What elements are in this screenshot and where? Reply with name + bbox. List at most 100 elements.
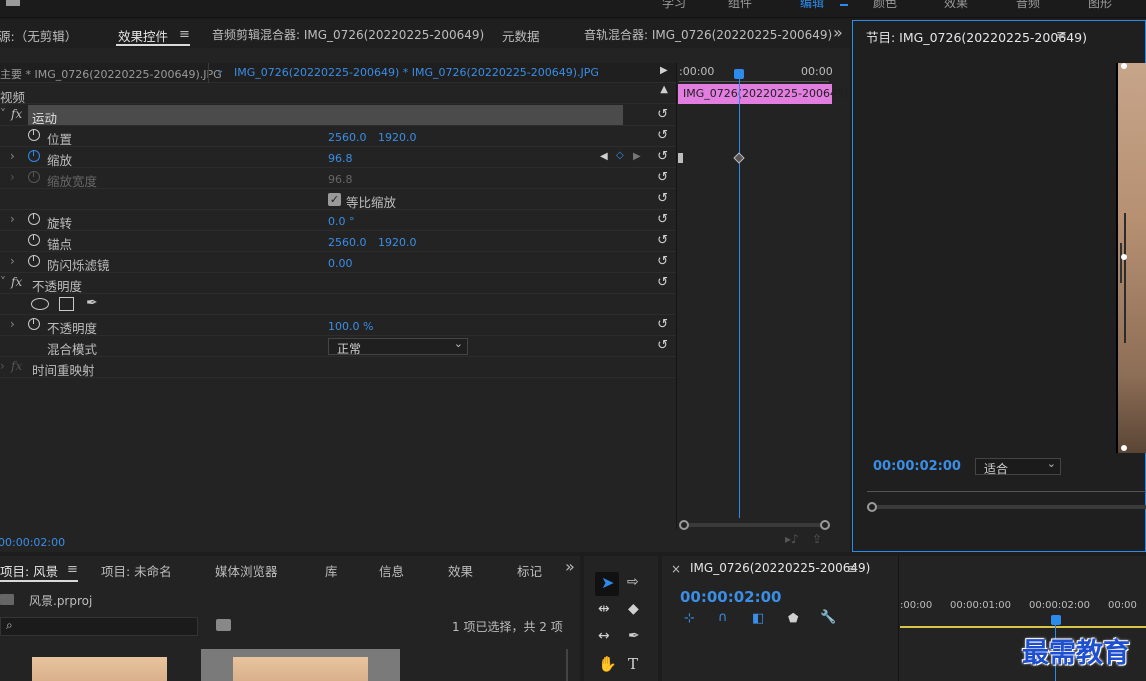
sequence-thumbnail[interactable] <box>233 657 368 681</box>
ec-timecode[interactable]: 00:00:02:00 <box>0 536 65 549</box>
rectangle-mask-icon[interactable] <box>59 297 74 311</box>
position-y-value[interactable]: 1920.0 <box>378 131 417 144</box>
panel-overflow-icon[interactable]: » <box>565 557 575 576</box>
stopwatch-icon[interactable] <box>28 150 40 162</box>
rotation-value[interactable]: 0.0 ° <box>328 215 355 228</box>
project-scrollbar[interactable] <box>566 649 568 681</box>
motion-label[interactable]: 运动 <box>32 108 57 127</box>
tab-project-scenery[interactable]: 项目: 风景 <box>0 561 58 580</box>
time-remap-row[interactable]: › fx 时间重映射 <box>0 357 676 378</box>
slip-tool-icon[interactable]: ↔ <box>598 628 610 644</box>
motion-row[interactable]: ˅ fx 运动 ↺ <box>0 105 676 126</box>
scroll-handle-left-icon[interactable] <box>679 520 689 530</box>
tab-markers[interactable]: 标记 <box>517 561 543 580</box>
ec-zoom-scrollbar[interactable] <box>680 523 828 527</box>
expand-chevron-icon[interactable]: ˅ <box>0 275 6 289</box>
pen-mask-icon[interactable]: ✒ <box>86 295 98 311</box>
selection-tool-icon[interactable]: ➤ <box>601 573 614 592</box>
work-area-bar[interactable] <box>900 626 1146 628</box>
antiflicker-value[interactable]: 0.00 <box>328 257 353 270</box>
pen-tool-icon[interactable]: ✒ <box>628 628 640 644</box>
filter-audio-icon[interactable]: ▸♪ <box>785 532 799 546</box>
anchor-x-value[interactable]: 2560.0 <box>328 236 367 249</box>
panel-menu-icon[interactable]: ≡ <box>67 562 78 577</box>
time-remap-label[interactable]: 时间重映射 <box>32 360 95 379</box>
expand-chevron-icon[interactable]: ˅ <box>0 107 6 121</box>
program-timecode[interactable]: 00:00:02:00 <box>873 459 961 474</box>
fit-dropdown[interactable]: 适合 ⌄ <box>975 457 1061 476</box>
workspace-tab-editing[interactable]: 编辑 <box>800 0 824 11</box>
scale-value[interactable]: 96.8 <box>328 152 353 165</box>
expand-chevron-icon[interactable]: › <box>10 254 15 268</box>
panel-overflow-icon[interactable]: » <box>833 23 843 42</box>
new-bin-search-icon[interactable] <box>216 619 231 631</box>
reset-icon[interactable]: ↺ <box>657 275 668 290</box>
stopwatch-icon[interactable] <box>28 255 40 267</box>
magnet-icon[interactable]: ∩ <box>718 610 728 625</box>
search-input[interactable]: ⌕ <box>0 617 198 636</box>
uniform-scale-checkbox[interactable]: ✓ <box>328 193 341 206</box>
reset-icon[interactable]: ↺ <box>657 107 668 122</box>
workspace-tab-audio[interactable]: 音频 <box>1016 0 1040 11</box>
stopwatch-icon[interactable] <box>28 129 40 141</box>
clip-thumbnail[interactable] <box>32 657 167 681</box>
razor-tool-icon[interactable]: ◆ <box>628 601 639 617</box>
master-clip-label[interactable]: 主要 * IMG_0726(20220225-200649).JPG <box>0 66 222 82</box>
snap-icon[interactable]: ⊹ <box>684 611 695 626</box>
position-x-value[interactable]: 2560.0 <box>328 131 367 144</box>
workspace-tab-learn[interactable]: 学习 <box>662 0 686 11</box>
tab-source[interactable]: 源:（无剪辑） <box>0 26 77 45</box>
transform-handle-icon[interactable] <box>1121 254 1127 260</box>
reset-icon[interactable]: ↺ <box>657 254 668 269</box>
reset-icon[interactable]: ↺ <box>657 233 668 248</box>
tab-audio-track-mixer[interactable]: 音轨混合器: IMG_0726(20220225-200649) <box>584 26 832 43</box>
program-scrollbar[interactable] <box>867 505 1146 509</box>
collapse-up-icon[interactable]: ▲ <box>660 84 668 95</box>
expand-chevron-icon[interactable]: › <box>0 359 5 373</box>
ellipse-mask-icon[interactable] <box>31 298 49 310</box>
linked-selection-icon[interactable]: ◧ <box>752 611 764 626</box>
fx-icon[interactable]: fx <box>11 107 22 121</box>
reset-icon[interactable]: ↺ <box>657 128 668 143</box>
tab-effects[interactable]: 效果 <box>448 561 473 580</box>
reset-icon[interactable]: ↺ <box>657 170 668 185</box>
tab-media-browser[interactable]: 媒体浏览器 <box>215 561 278 580</box>
reset-icon[interactable]: ↺ <box>657 317 668 332</box>
tab-info[interactable]: 信息 <box>379 561 404 580</box>
panel-menu-icon[interactable]: ≡ <box>1056 28 1067 43</box>
expand-chevron-icon[interactable]: › <box>10 212 15 226</box>
program-monitor-title[interactable]: 节目: IMG_0726(20220225-200649) <box>866 27 1087 46</box>
close-icon[interactable]: × <box>671 562 681 576</box>
add-keyframe-icon[interactable]: ◇ <box>616 150 624 161</box>
ec-clip-bar[interactable]: IMG_0726(20220225-200649) <box>678 84 848 104</box>
timeline-sequence-title[interactable]: IMG_0726(20220225-200649) <box>690 561 870 575</box>
wrench-icon[interactable]: 🔧 <box>820 610 836 625</box>
keyframe-diamond-icon[interactable] <box>733 152 745 164</box>
workspace-tab-effects[interactable]: 效果 <box>944 0 968 11</box>
anchor-y-value[interactable]: 1920.0 <box>378 236 417 249</box>
next-keyframe-icon[interactable]: ▶ <box>633 151 641 162</box>
hand-tool-icon[interactable]: ✋ <box>598 655 617 673</box>
workspace-tab-color[interactable]: 颜色 <box>873 0 897 11</box>
export-icon[interactable]: ⇪ <box>812 532 822 546</box>
scroll-handle-icon[interactable] <box>867 502 877 512</box>
thumbnail-cell-selected[interactable] <box>201 649 400 681</box>
timeline-timecode[interactable]: 00:00:02:00 <box>680 588 782 606</box>
panel-menu-icon[interactable]: ≡ <box>179 27 190 42</box>
blend-mode-dropdown[interactable]: 正常 ⌄ <box>328 337 468 356</box>
track-select-tool-icon[interactable]: ⇨ <box>627 574 639 590</box>
scroll-handle-right-icon[interactable] <box>820 520 830 530</box>
ripple-edit-tool-icon[interactable]: ⇹ <box>598 601 610 617</box>
sequence-clip-label[interactable]: IMG_0726(20220225-200649) * IMG_0726(202… <box>234 66 599 79</box>
opacity-group-label[interactable]: 不透明度 <box>32 276 82 295</box>
playhead-handle-icon[interactable] <box>1051 615 1061 625</box>
stopwatch-icon[interactable] <box>28 213 40 225</box>
tab-libraries[interactable]: 库 <box>325 561 338 580</box>
chevron-down-icon[interactable]: ⌄ <box>216 65 224 76</box>
tab-metadata[interactable]: 元数据 <box>502 26 540 45</box>
expand-chevron-icon[interactable]: › <box>10 149 15 163</box>
expand-chevron-icon[interactable]: › <box>10 317 15 331</box>
play-triangle-icon[interactable]: ▶ <box>660 65 668 76</box>
workspace-tab-assembly[interactable]: 组件 <box>728 0 752 11</box>
marker-icon[interactable]: ⬟ <box>788 611 798 625</box>
